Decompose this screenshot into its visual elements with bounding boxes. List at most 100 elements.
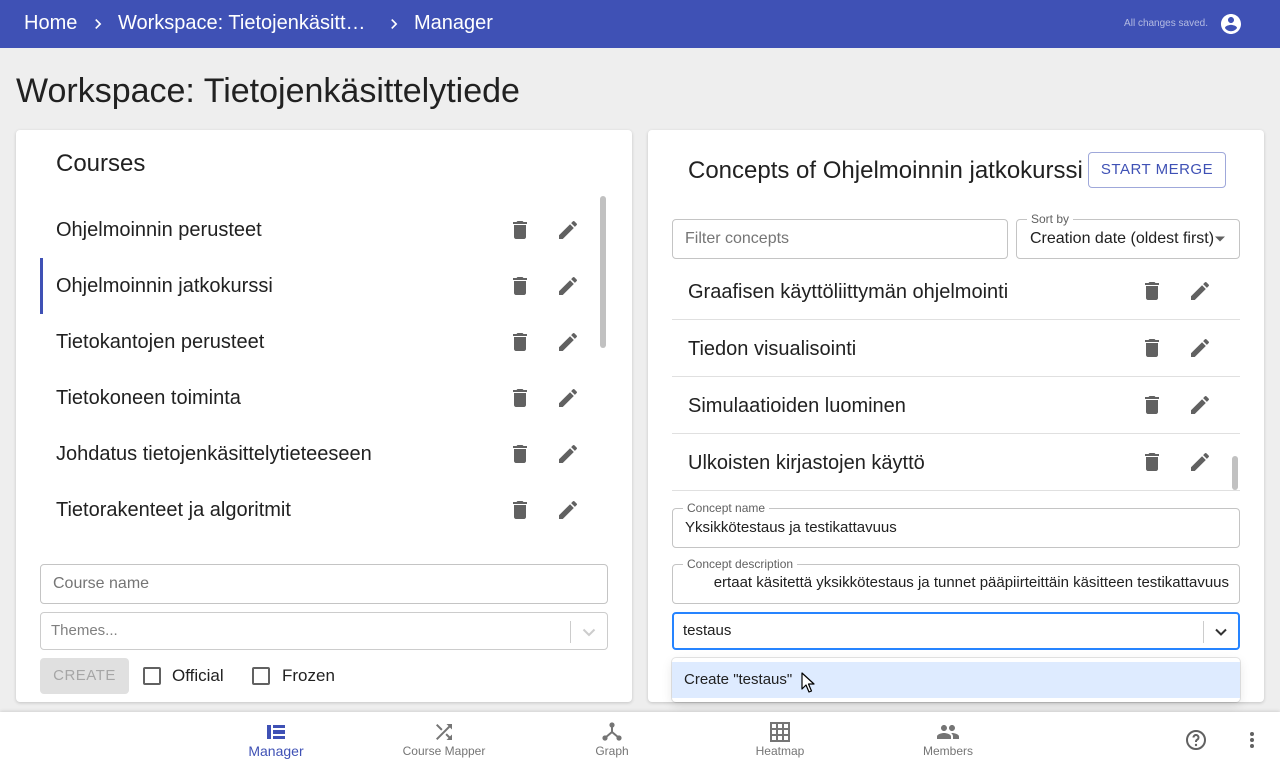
delete-icon[interactable]	[508, 330, 532, 354]
concept-name-label: Concept name	[683, 501, 770, 515]
edit-icon[interactable]	[556, 218, 580, 242]
sort-value: Creation date (oldest first)	[1030, 230, 1215, 247]
save-status: All changes saved.	[1124, 18, 1208, 29]
edit-icon[interactable]	[1188, 450, 1212, 474]
concept-description-input[interactable]: Concept description ertaat käsitettä yks…	[672, 557, 1240, 604]
concept-description-label: Concept description	[683, 557, 798, 571]
frozen-checkbox[interactable]	[252, 667, 270, 685]
graph-icon	[602, 722, 622, 741]
nav-graph[interactable]: Graph	[544, 712, 680, 768]
edit-icon[interactable]	[556, 274, 580, 298]
filter-placeholder: Filter concepts	[685, 230, 790, 247]
concept-tags-select[interactable]: testaus	[672, 612, 1240, 650]
concepts-scrollbar[interactable]	[1232, 456, 1238, 490]
frozen-label: Frozen	[282, 666, 335, 685]
edit-icon[interactable]	[1188, 393, 1212, 417]
concept-name-input[interactable]: Concept name Yksikkötestaus ja testikatt…	[672, 501, 1240, 548]
edit-icon[interactable]	[1188, 336, 1212, 360]
course-name-placeholder: Course name	[53, 575, 150, 592]
nav-heatmap[interactable]: Heatmap	[712, 712, 848, 768]
nav-label: Graph	[595, 744, 629, 758]
courses-heading: Courses	[56, 150, 146, 177]
delete-icon[interactable]	[508, 386, 532, 410]
breadcrumb-workspace[interactable]: Workspace: Tietojenkäsitt…	[118, 12, 366, 35]
concept-item[interactable]: Graafisen käyttöliittymän ohjelmointi	[672, 263, 1240, 320]
create-tag-option[interactable]: Create "testaus"	[672, 662, 1240, 698]
course-item[interactable]: Johdatus tietojenkäsittelytieteeseen	[40, 426, 592, 482]
official-label: Official	[172, 666, 224, 685]
tag-input-value[interactable]: testaus	[683, 622, 731, 639]
nav-label: Heatmap	[755, 744, 805, 758]
nav-label: Members	[922, 744, 973, 758]
nav-manager[interactable]: Manager	[208, 712, 344, 768]
concept-name-value: Yksikkötestaus ja testikattavuus	[685, 519, 897, 536]
delete-icon[interactable]	[508, 218, 532, 242]
nav-course-mapper[interactable]: Course Mapper	[376, 712, 512, 768]
select-separator	[1203, 621, 1204, 643]
nav-label: Course Mapper	[402, 744, 486, 758]
concept-label: Simulaatioiden luominen	[688, 395, 906, 417]
filter-concepts-input[interactable]: Filter concepts	[672, 219, 1008, 259]
chevron-right-icon	[95, 19, 102, 29]
selection-indicator	[40, 258, 43, 314]
mouse-cursor-icon	[801, 672, 815, 693]
course-item[interactable]: Tietokoneen toiminta	[40, 370, 592, 426]
account-circle-icon[interactable]	[1219, 12, 1243, 36]
view-list-icon	[267, 725, 285, 739]
concept-label: Tiedon visualisointi	[688, 338, 857, 360]
course-label: Tietorakenteet ja algoritmit	[56, 499, 291, 521]
edit-icon[interactable]	[556, 386, 580, 410]
course-item[interactable]: Tietorakenteet ja algoritmit	[40, 482, 592, 538]
help-icon[interactable]	[1184, 728, 1208, 752]
bottom-navigation: Manager Course Mapper Graph Heatmap Memb…	[0, 712, 1280, 768]
course-label: Tietokoneen toiminta	[56, 387, 241, 409]
page-title: Workspace: Tietojenkäsittelytiede	[16, 72, 520, 110]
shuffle-icon	[436, 724, 452, 740]
delete-icon[interactable]	[508, 498, 532, 522]
sort-label: Sort by	[1027, 212, 1074, 226]
course-item[interactable]: Tietokantojen perusteet	[40, 314, 592, 370]
delete-icon[interactable]	[508, 442, 532, 466]
delete-icon[interactable]	[1140, 393, 1164, 417]
breadcrumb-manager[interactable]: Manager	[414, 12, 493, 35]
concepts-panel: Concepts of Ohjelmoinnin jatkokurssi STA…	[648, 130, 1264, 702]
edit-icon[interactable]	[556, 442, 580, 466]
select-separator	[570, 621, 571, 643]
courses-panel: Courses Ohjelmoinnin perusteet Ohjelmoin…	[16, 130, 632, 702]
themes-select[interactable]: Themes...	[40, 612, 608, 650]
courses-scrollbar[interactable]	[600, 196, 606, 348]
edit-icon[interactable]	[556, 498, 580, 522]
edit-icon[interactable]	[1188, 279, 1212, 303]
delete-icon[interactable]	[1140, 279, 1164, 303]
course-item[interactable]: Ohjelmoinnin perusteet	[40, 202, 592, 258]
start-merge-button[interactable]: START MERGE	[1088, 152, 1226, 188]
description-scroll-area: ertaat käsitettä yksikkötestaus ja tunne…	[683, 574, 1229, 596]
chevron-down-icon[interactable]	[579, 622, 599, 642]
create-course-button[interactable]: CREATE	[40, 658, 129, 694]
nav-members[interactable]: Members	[880, 712, 1016, 768]
course-name-input[interactable]: Course name	[40, 564, 608, 604]
concept-label: Graafisen käyttöliittymän ohjelmointi	[688, 281, 1009, 303]
delete-icon[interactable]	[508, 274, 532, 298]
more-vert-icon[interactable]	[1240, 728, 1264, 752]
official-checkbox[interactable]	[143, 667, 161, 685]
course-label: Ohjelmoinnin jatkokurssi	[56, 275, 273, 297]
concept-item[interactable]: Simulaatioiden luominen	[672, 377, 1240, 434]
chevron-right-icon	[391, 19, 398, 29]
course-label: Ohjelmoinnin perusteet	[56, 219, 262, 241]
dropdown-arrow-icon	[1215, 236, 1225, 242]
course-item-selected[interactable]: Ohjelmoinnin jatkokurssi	[40, 258, 592, 314]
themes-placeholder: Themes...	[51, 622, 118, 639]
sort-select[interactable]: Sort by Creation date (oldest first)	[1016, 212, 1240, 259]
tag-options-menu: Create "testaus"	[672, 658, 1240, 702]
course-label: Tietokantojen perusteet	[56, 331, 265, 353]
concept-item[interactable]: Tiedon visualisointi	[672, 320, 1240, 377]
edit-icon[interactable]	[556, 330, 580, 354]
concept-item[interactable]: Ulkoisten kirjastojen käyttö	[672, 434, 1240, 491]
chevron-down-icon[interactable]	[1211, 622, 1231, 642]
concepts-heading: Concepts of Ohjelmoinnin jatkokurssi	[688, 157, 1083, 184]
delete-icon[interactable]	[1140, 336, 1164, 360]
delete-icon[interactable]	[1140, 450, 1164, 474]
concept-description-value: ertaat käsitettä yksikkötestaus ja tunne…	[713, 574, 1229, 591]
breadcrumb-home[interactable]: Home	[24, 12, 77, 35]
